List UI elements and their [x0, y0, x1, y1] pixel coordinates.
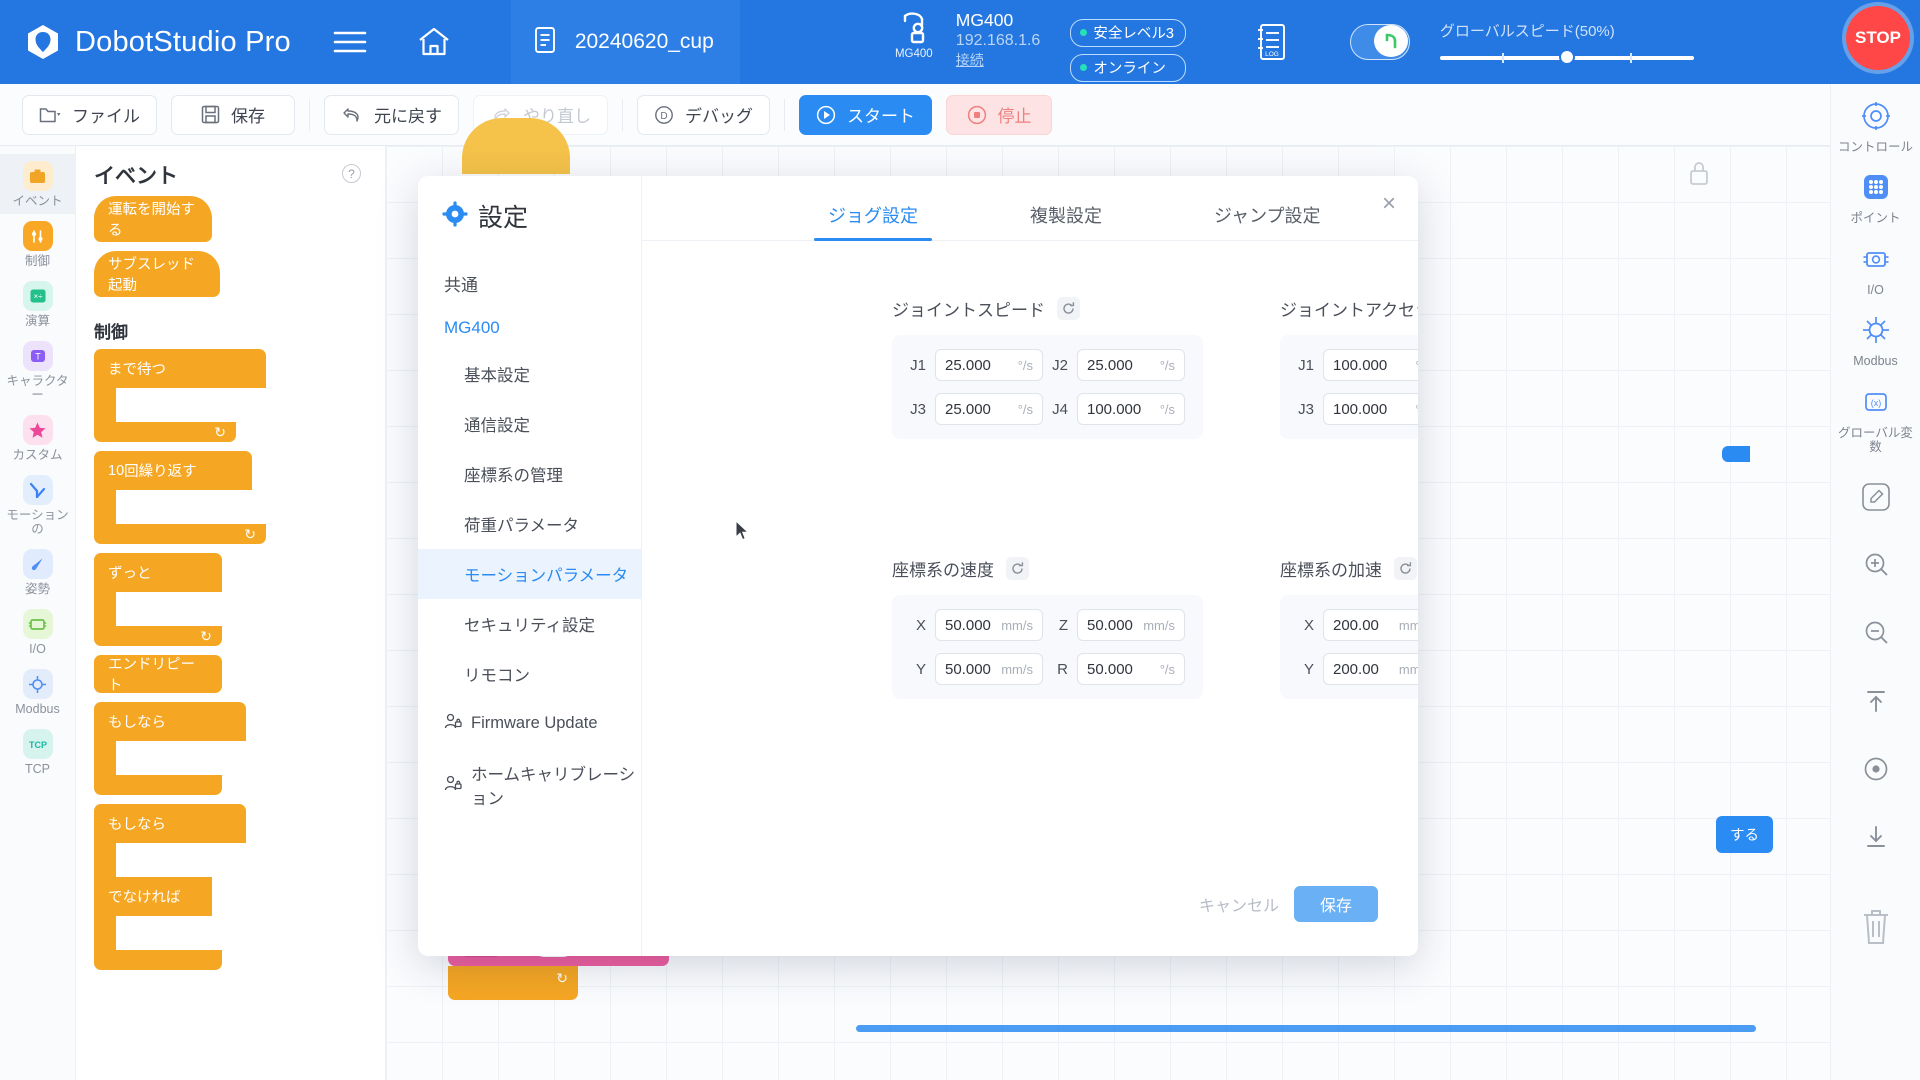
settings-tabs: ジョグ設定 複製設定 ジャンプ設定 — [642, 176, 1418, 241]
joint-acceleration-fields: J1 100.000 °/s² J2 100.000 °/s² — [1280, 335, 1418, 439]
app-root: DobotStudio Pro 20240620_cup — [0, 0, 1920, 1080]
field-unit: °/s² — [1415, 358, 1418, 373]
input-y-speed[interactable]: 50.000 mm/s — [935, 653, 1043, 685]
group-title: 座標系の速度 — [892, 556, 994, 581]
menu-item-security[interactable]: セキュリティ設定 — [418, 599, 641, 649]
field-label: J4 — [1052, 401, 1068, 418]
field-label: Y — [1298, 661, 1314, 678]
field-value: 50.000 — [1087, 617, 1133, 634]
input-y-accel[interactable]: 200.00 mm/s² — [1323, 653, 1418, 685]
field-label: J2 — [1052, 357, 1068, 374]
user-lock-icon — [444, 712, 462, 735]
group-title: ジョイントスピード — [892, 296, 1045, 321]
field-unit: mm/s — [1001, 618, 1033, 633]
field-label: J3 — [910, 401, 926, 418]
menu-item-load[interactable]: 荷重パラメータ — [418, 499, 641, 549]
modal-scrim: × 設定 共通 MG400 基本設定 通信設定 座標系の管理 荷重パラメータ モ… — [0, 0, 1920, 1080]
field-unit: mm/s — [1143, 618, 1175, 633]
settings-menu: 設定 共通 MG400 基本設定 通信設定 座標系の管理 荷重パラメータ モーシ… — [418, 176, 642, 956]
field-value: 100.000 — [1333, 401, 1387, 418]
input-j1-speed[interactable]: 25.000 °/s — [935, 349, 1043, 381]
field-label: Z — [1052, 617, 1068, 634]
field-value: 50.000 — [945, 617, 991, 634]
group-joint-acceleration: ジョイントアクセラレーション J1 100.000 °/s² J2 — [1280, 296, 1418, 439]
menu-item-communication[interactable]: 通信設定 — [418, 399, 641, 449]
field-unit: °/s — [1160, 402, 1175, 417]
settings-dialog: × 設定 共通 MG400 基本設定 通信設定 座標系の管理 荷重パラメータ モ… — [418, 176, 1418, 956]
coordinate-speed-fields: X 50.000 mm/s Z 50.000 mm/s — [892, 595, 1203, 699]
field-label: R — [1052, 661, 1068, 678]
page-title: 設定 — [478, 198, 528, 234]
input-j3-speed[interactable]: 25.000 °/s — [935, 393, 1043, 425]
menu-item-firmware-update[interactable]: Firmware Update — [418, 699, 641, 748]
field-unit: mm/s² — [1399, 618, 1418, 633]
field-value: 25.000 — [1087, 357, 1133, 374]
joint-speed-fields: J1 25.000 °/s J2 25.000 °/s — [892, 335, 1203, 439]
menu-section-common[interactable]: 共通 — [418, 260, 641, 307]
tab-copy-settings[interactable]: 複製設定 — [1030, 202, 1102, 241]
field-unit: °/s — [1160, 358, 1175, 373]
field-value: 200.00 — [1333, 661, 1379, 678]
field-value: 25.000 — [945, 357, 991, 374]
field-value: 100.000 — [1087, 401, 1141, 418]
menu-section-device[interactable]: MG400 — [418, 307, 641, 349]
field-value: 50.000 — [1087, 661, 1133, 678]
menu-item-label: Firmware Update — [471, 714, 598, 733]
save-settings-button[interactable]: 保存 — [1294, 886, 1378, 922]
input-j1-accel[interactable]: 100.000 °/s² — [1323, 349, 1418, 381]
field-label: Y — [910, 661, 926, 678]
field-unit: mm/s² — [1399, 662, 1418, 677]
tab-jump-settings[interactable]: ジャンプ設定 — [1214, 202, 1321, 241]
dialog-title-row: 設定 — [418, 198, 641, 260]
input-x-speed[interactable]: 50.000 mm/s — [935, 609, 1043, 641]
cancel-button[interactable]: キャンセル — [1198, 886, 1280, 922]
menu-item-motion[interactable]: モーションパラメータ — [418, 549, 641, 599]
group-joint-speed: ジョイントスピード J1 25.000 °/s J2 — [892, 296, 1203, 439]
menu-item-remote[interactable]: リモコン — [418, 649, 641, 699]
field-label: J1 — [910, 357, 926, 374]
menu-item-label: ホームキャリブレーション — [471, 761, 641, 809]
settings-content: ジョグ設定 複製設定 ジャンプ設定 ジョイントスピード J1 — [642, 176, 1418, 956]
group-coordinate-acceleration: 座標系の加速 X 200.00 mm/s² Z — [1280, 556, 1418, 699]
field-unit: °/s — [1160, 662, 1175, 677]
menu-item-basic[interactable]: 基本設定 — [418, 349, 641, 399]
field-unit: °/s² — [1415, 402, 1418, 417]
input-j4-speed[interactable]: 100.000 °/s — [1077, 393, 1185, 425]
field-value: 25.000 — [945, 401, 991, 418]
input-j3-accel[interactable]: 100.000 °/s² — [1323, 393, 1418, 425]
tab-jog-settings[interactable]: ジョグ設定 — [828, 202, 918, 241]
field-value: 200.00 — [1333, 617, 1379, 634]
group-title: 座標系の加速 — [1280, 556, 1382, 581]
gear-icon — [442, 201, 468, 232]
refresh-icon[interactable] — [1394, 557, 1417, 580]
dialog-footer: キャンセル 保存 — [1198, 886, 1378, 922]
field-unit: °/s — [1018, 402, 1033, 417]
group-title: ジョイントアクセラレーション — [1280, 296, 1418, 321]
refresh-icon[interactable] — [1057, 297, 1080, 320]
user-lock-icon — [444, 774, 462, 797]
field-label: J3 — [1298, 401, 1314, 418]
field-value: 50.000 — [945, 661, 991, 678]
input-j2-speed[interactable]: 25.000 °/s — [1077, 349, 1185, 381]
field-label: X — [910, 617, 926, 634]
refresh-icon[interactable] — [1006, 557, 1029, 580]
coordinate-acceleration-fields: X 200.00 mm/s² Z 200.00 mm/s² — [1280, 595, 1418, 699]
input-r-speed[interactable]: 50.000 °/s — [1077, 653, 1185, 685]
field-label: J1 — [1298, 357, 1314, 374]
input-x-accel[interactable]: 200.00 mm/s² — [1323, 609, 1418, 641]
field-unit: °/s — [1018, 358, 1033, 373]
menu-item-home-calibration[interactable]: ホームキャリブレーション — [418, 748, 641, 822]
input-z-speed[interactable]: 50.000 mm/s — [1077, 609, 1185, 641]
group-coordinate-speed: 座標系の速度 X 50.000 mm/s Z — [892, 556, 1203, 699]
field-value: 100.000 — [1333, 357, 1387, 374]
field-label: X — [1298, 617, 1314, 634]
menu-item-coordinate[interactable]: 座標系の管理 — [418, 449, 641, 499]
field-unit: mm/s — [1001, 662, 1033, 677]
